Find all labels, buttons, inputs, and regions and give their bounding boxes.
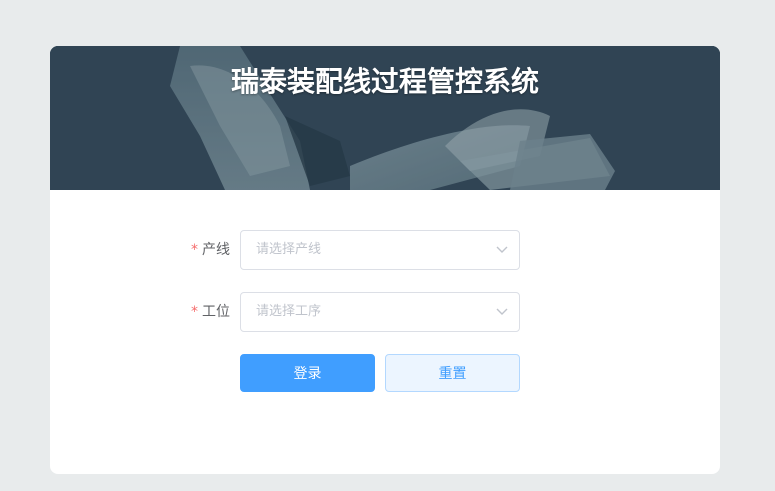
line-select[interactable]: 请选择产线 (240, 230, 520, 270)
station-placeholder: 请选择工序 (256, 304, 322, 319)
line-placeholder: 请选择产线 (256, 242, 322, 257)
login-form: * 产线 请选择产线 * 工位 请选择工序 登录 重置 (50, 190, 720, 474)
reset-button[interactable]: 重置 (385, 354, 520, 392)
required-mark: * (191, 304, 198, 320)
header-banner: 瑞泰装配线过程管控系统 (50, 46, 720, 190)
line-row: * 产线 请选择产线 (180, 230, 520, 270)
page-title: 瑞泰装配线过程管控系统 (230, 65, 539, 98)
login-card: 瑞泰装配线过程管控系统 * 产线 请选择产线 * 工位 请选择工序 登录 重置 (50, 46, 720, 474)
chevron-down-icon (496, 246, 508, 253)
line-label-wrap: * 产线 (180, 230, 230, 270)
station-label: 工位 (202, 304, 230, 320)
station-label-wrap: * 工位 (180, 292, 230, 332)
chevron-down-icon (496, 308, 508, 315)
required-mark: * (191, 242, 198, 258)
line-label: 产线 (202, 242, 230, 258)
station-row: * 工位 请选择工序 (180, 292, 520, 332)
station-select[interactable]: 请选择工序 (240, 292, 520, 332)
login-button[interactable]: 登录 (240, 354, 375, 392)
